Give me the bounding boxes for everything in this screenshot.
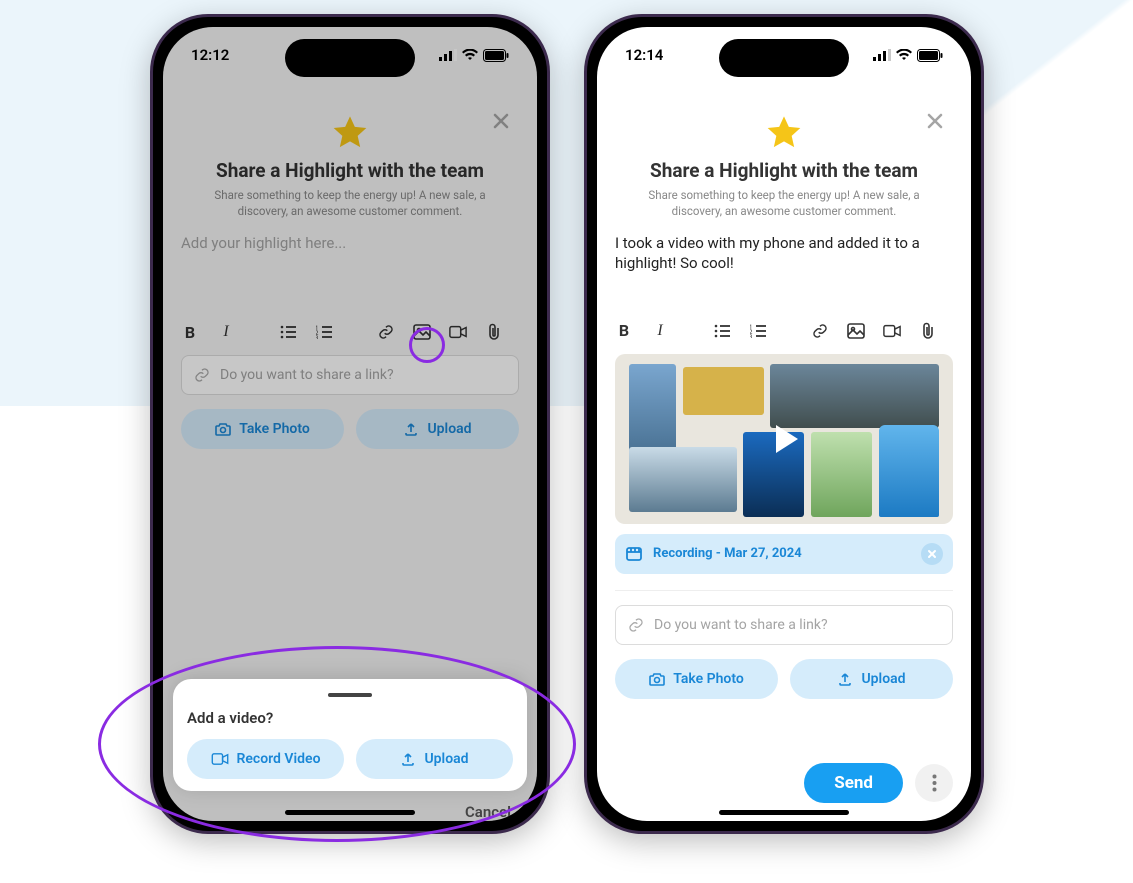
modal-title: Share a Highlight with the team <box>615 159 953 182</box>
video-icon[interactable] <box>883 322 901 340</box>
upload-video-button[interactable]: Upload <box>356 739 513 779</box>
home-indicator <box>285 810 415 815</box>
attachment-icon[interactable] <box>485 323 503 341</box>
sheet-title: Add a video? <box>187 709 513 727</box>
status-icons <box>873 49 943 62</box>
screen-left: 12:12 Share a Highlight with the team Sh… <box>163 27 537 821</box>
screen-right: 12:14 Share a Highlight with the team Sh… <box>597 27 971 821</box>
take-photo-label: Take Photo <box>673 671 744 687</box>
status-time: 12:12 <box>191 46 229 64</box>
attachment-chip[interactable]: Recording - Mar 27, 2024 <box>615 534 953 574</box>
phone-mockup-left: 12:12 Share a Highlight with the team Sh… <box>150 14 550 834</box>
svg-text:3: 3 <box>750 334 752 338</box>
link-placeholder: Do you want to share a link? <box>654 617 828 633</box>
image-icon[interactable] <box>413 323 431 341</box>
attachment-icon[interactable] <box>919 322 937 340</box>
kebab-icon <box>932 774 937 792</box>
numbered-list-icon[interactable]: 123 <box>315 323 333 341</box>
video-thumbnail[interactable] <box>615 354 953 524</box>
modal-title: Share a Highlight with the team <box>181 159 519 182</box>
numbered-list-icon[interactable]: 123 <box>749 322 767 340</box>
stage-background: 12:12 Share a Highlight with the team Sh… <box>0 0 1133 883</box>
svg-text:3: 3 <box>316 335 318 339</box>
remove-attachment-icon[interactable] <box>921 543 943 565</box>
status-bar: 12:14 <box>597 27 971 83</box>
link-icon[interactable] <box>811 322 829 340</box>
modal-subtitle: Share something to keep the energy up! A… <box>624 188 944 219</box>
upload-video-label: Upload <box>424 751 468 767</box>
status-time: 12:14 <box>625 46 663 64</box>
status-icons <box>439 49 509 62</box>
link-placeholder: Do you want to share a link? <box>220 367 394 383</box>
highlight-textarea[interactable]: Add your highlight here... <box>181 233 519 259</box>
close-icon[interactable] <box>491 111 511 135</box>
upload-label: Upload <box>861 671 905 687</box>
video-action-sheet: Add a video? Record Video Upload Cancel <box>173 679 527 791</box>
highlight-textarea[interactable]: I took a video with my phone and added i… <box>615 233 953 274</box>
take-photo-button[interactable]: Take Photo <box>181 409 344 449</box>
modal-content: Share a Highlight with the team Share so… <box>597 83 971 821</box>
bullet-list-icon[interactable] <box>713 322 731 340</box>
status-bar: 12:12 <box>163 27 537 83</box>
bold-icon[interactable]: B <box>181 323 199 341</box>
cancel-button[interactable]: Cancel <box>465 803 511 821</box>
film-icon <box>625 545 643 563</box>
record-video-button[interactable]: Record Video <box>187 739 344 779</box>
record-video-label: Record Video <box>237 751 321 767</box>
take-photo-button[interactable]: Take Photo <box>615 659 778 699</box>
italic-icon[interactable]: I <box>651 322 669 340</box>
share-link-input[interactable]: Do you want to share a link? <box>181 355 519 395</box>
sheet-grab-handle[interactable] <box>328 693 372 697</box>
send-button[interactable]: Send <box>804 763 903 803</box>
editor-toolbar: B I 123 <box>615 322 953 340</box>
play-icon <box>762 417 806 461</box>
editor-toolbar: B I 123 <box>181 323 519 341</box>
phone-mockup-right: 12:14 Share a Highlight with the team Sh… <box>584 14 984 834</box>
bullet-list-icon[interactable] <box>279 323 297 341</box>
star-icon <box>330 113 370 153</box>
upload-label: Upload <box>427 421 471 437</box>
italic-icon[interactable]: I <box>217 323 235 341</box>
share-link-input[interactable]: Do you want to share a link? <box>615 605 953 645</box>
bold-icon[interactable]: B <box>615 322 633 340</box>
link-icon[interactable] <box>377 323 395 341</box>
home-indicator <box>719 810 849 815</box>
more-options-button[interactable] <box>915 764 953 802</box>
divider <box>615 590 953 591</box>
image-icon[interactable] <box>847 322 865 340</box>
upload-button[interactable]: Upload <box>356 409 519 449</box>
take-photo-label: Take Photo <box>239 421 310 437</box>
video-icon[interactable] <box>449 323 467 341</box>
star-icon <box>764 113 804 153</box>
close-icon[interactable] <box>925 111 945 135</box>
attachment-label: Recording - Mar 27, 2024 <box>653 546 802 561</box>
modal-subtitle: Share something to keep the energy up! A… <box>190 188 510 219</box>
upload-button[interactable]: Upload <box>790 659 953 699</box>
